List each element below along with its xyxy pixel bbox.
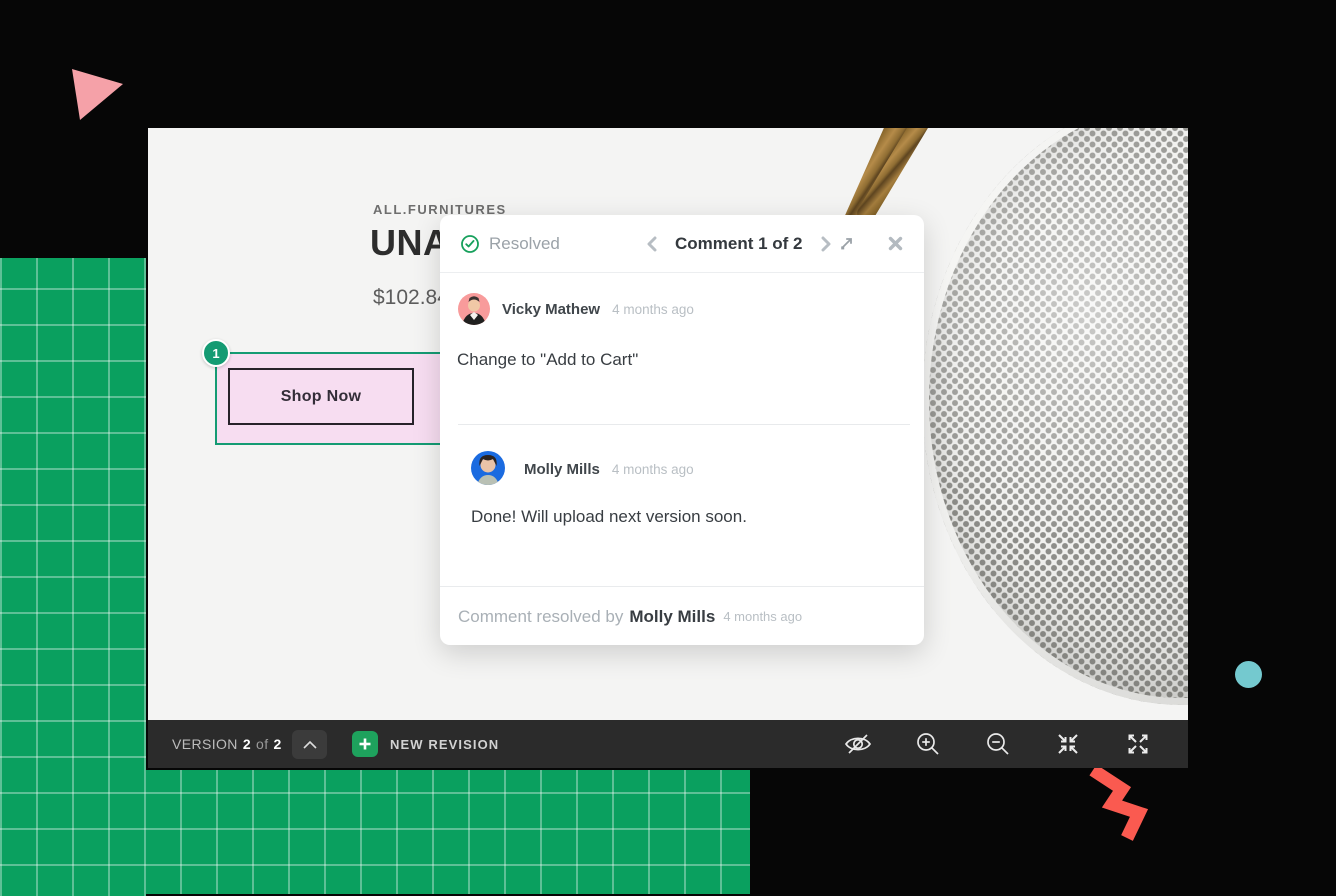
teal-dot-decoration	[1235, 661, 1262, 688]
open-in-full-icon	[838, 235, 855, 252]
comment-meta: Vicky Mathew 4 months ago	[502, 301, 694, 318]
person-avatar-icon	[458, 293, 490, 325]
expand-view-button[interactable]	[1114, 720, 1162, 768]
version-label: VERSION	[172, 736, 238, 752]
red-zigzag-decoration	[1075, 760, 1165, 860]
new-revision-add-button[interactable]	[352, 731, 378, 757]
collapse-view-button[interactable]	[1044, 720, 1092, 768]
expand-icon	[1126, 732, 1150, 756]
zoom-in-icon	[915, 731, 941, 757]
version-of: of	[256, 736, 268, 752]
comment-divider	[458, 424, 910, 425]
green-grid-decoration-bottom	[0, 770, 750, 894]
comment-author: Molly Mills	[524, 461, 600, 478]
eye-off-icon	[842, 731, 874, 757]
comment-time: 4 months ago	[612, 302, 694, 317]
zoom-in-button[interactable]	[904, 720, 952, 768]
app-stage: ALL.FURNITURES UNA Chair $102.84 Shop No…	[0, 0, 1336, 896]
comment-pagination: Comment 1 of 2	[646, 215, 832, 272]
comment-dialog: Resolved Comment 1 of 2	[440, 215, 924, 645]
collapse-icon	[1056, 732, 1080, 756]
comment-resolved-footer: Comment resolved by Molly Mills 4 months…	[440, 586, 924, 646]
comment-meta: Molly Mills 4 months ago	[524, 461, 694, 478]
chevron-up-icon	[302, 740, 318, 750]
bottom-toolbar: VERSION 2 of 2 NEW REVISION	[148, 720, 1188, 768]
comment-text: Change to "Add to Cart"	[457, 350, 638, 370]
new-revision-label[interactable]: NEW REVISION	[390, 720, 499, 768]
resolved-status: Resolved	[460, 215, 560, 272]
resolved-by-prefix: Comment resolved by	[458, 607, 623, 627]
version-current: 2	[243, 736, 251, 752]
chevron-left-icon	[646, 236, 658, 252]
version-total: 2	[274, 736, 282, 752]
prev-comment-button[interactable]	[646, 236, 658, 252]
zoom-out-icon	[985, 731, 1011, 757]
resolved-status-label: Resolved	[489, 234, 560, 254]
close-icon	[887, 235, 904, 252]
hide-comments-button[interactable]	[834, 720, 882, 768]
resolved-by-author: Molly Mills	[629, 607, 715, 627]
next-comment-button[interactable]	[820, 236, 832, 252]
speaker-product-photo	[922, 128, 1188, 705]
resolved-by-time: 4 months ago	[723, 609, 802, 624]
expand-dialog-button[interactable]	[838, 235, 855, 252]
version-indicator: VERSION 2 of 2	[172, 720, 282, 768]
avatar	[471, 451, 505, 485]
comment-author: Vicky Mathew	[502, 301, 600, 318]
version-menu-button[interactable]	[292, 730, 327, 759]
close-dialog-button[interactable]	[887, 235, 904, 252]
plus-icon	[358, 737, 372, 751]
comment-pagination-label: Comment 1 of 2	[675, 234, 803, 254]
zoom-out-button[interactable]	[974, 720, 1022, 768]
comment-text: Done! Will upload next version soon.	[471, 507, 747, 527]
comment-dialog-header: Resolved Comment 1 of 2	[440, 215, 924, 273]
shop-now-button[interactable]: Shop Now	[228, 368, 414, 425]
product-price: $102.84	[373, 286, 449, 310]
avatar	[458, 293, 490, 325]
pink-triangle-decoration	[0, 0, 160, 150]
resolved-check-icon	[460, 234, 480, 254]
comment-time: 4 months ago	[612, 462, 694, 477]
comment-marker-badge[interactable]: 1	[202, 339, 230, 367]
chevron-right-icon	[820, 236, 832, 252]
person-avatar-icon	[471, 451, 505, 485]
